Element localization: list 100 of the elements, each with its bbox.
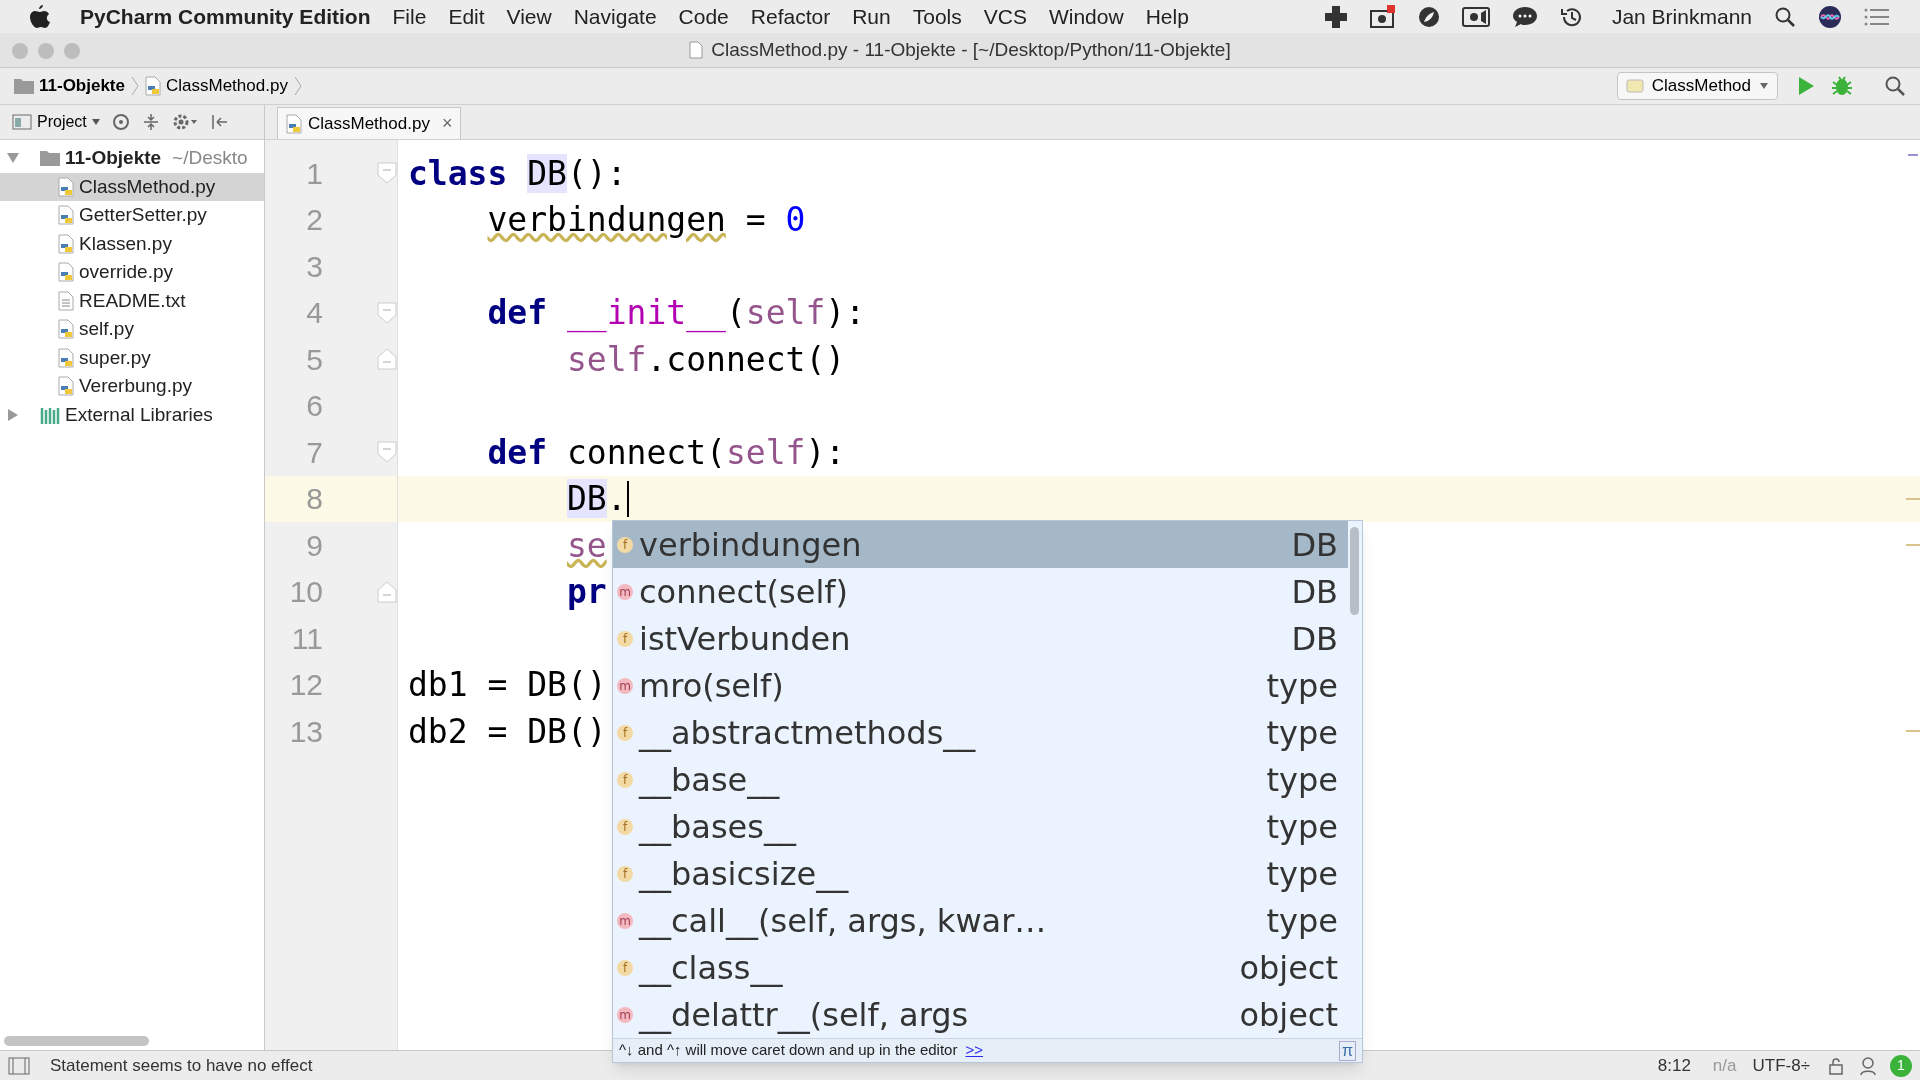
python-file-icon: [58, 176, 74, 197]
code-token: def: [486, 431, 549, 474]
settings-icon[interactable]: [171, 113, 198, 131]
collapse-icon[interactable]: [141, 113, 160, 131]
completion-item[interactable]: m connect(self) DB: [613, 568, 1348, 615]
menu-item[interactable]: Tools: [912, 0, 962, 33]
tree-item[interactable]: super.py: [0, 343, 264, 372]
python-config-icon: [1625, 78, 1644, 94]
close-tab-button[interactable]: ×: [441, 110, 453, 137]
line-number: 4: [305, 295, 323, 332]
python-file-icon: [58, 262, 74, 283]
caret-position[interactable]: 8:12: [1657, 1052, 1691, 1079]
run-icon[interactable]: [1796, 75, 1816, 97]
code-token: db2 = DB(): [408, 710, 607, 753]
member-kind-icon: f: [617, 536, 633, 553]
breadcrumb[interactable]: ClassMethod.py: [145, 73, 288, 99]
code-token: self: [565, 338, 647, 381]
completion-item[interactable]: f __bases__ type: [613, 803, 1348, 850]
camera-icon[interactable]: [1369, 4, 1396, 29]
editor-tab[interactable]: ClassMethod.py ×: [277, 107, 462, 139]
search-icon[interactable]: [1884, 75, 1906, 97]
siri-icon[interactable]: [1818, 4, 1842, 29]
scrollbar[interactable]: [4, 1036, 149, 1046]
completion-item[interactable]: f __abstractmethods__ type: [613, 709, 1348, 756]
leaf-icon[interactable]: [1417, 5, 1440, 28]
search-icon[interactable]: [1774, 5, 1796, 28]
bug-icon[interactable]: [1830, 74, 1854, 98]
menu-item[interactable]: VCS: [983, 0, 1027, 33]
apple-logo-icon[interactable]: [30, 4, 50, 29]
menu-item[interactable]: File: [392, 0, 427, 33]
app-name[interactable]: PyCharm Community Edition: [80, 0, 371, 33]
code-token: self: [725, 431, 806, 474]
breadcrumb[interactable]: 11-Objekte: [14, 73, 125, 99]
tree-item[interactable]: ClassMethod.py: [0, 172, 264, 201]
tree-item[interactable]: README.txt: [0, 286, 264, 315]
target-icon[interactable]: [111, 113, 130, 131]
expand-arrow-icon[interactable]: [6, 152, 20, 165]
tree-item[interactable]: GetterSetter.py: [0, 201, 264, 230]
code-token: DB: [565, 478, 607, 520]
scrollbar[interactable]: [1350, 527, 1359, 615]
user-name[interactable]: Jan Brinkmann: [1611, 0, 1752, 33]
line-number: 2: [305, 202, 323, 239]
menu-icon[interactable]: [1864, 6, 1890, 27]
menu-item[interactable]: Code: [678, 0, 729, 33]
menu-item[interactable]: Navigate: [573, 0, 657, 33]
menu-item[interactable]: Edit: [448, 0, 485, 33]
tree-item[interactable]: override.py: [0, 258, 264, 287]
menu-item[interactable]: View: [506, 0, 552, 33]
code-token: def: [486, 292, 549, 334]
code-token: pr: [565, 571, 607, 613]
file-icon: [689, 41, 704, 59]
tree-item[interactable]: Klassen.py: [0, 229, 264, 258]
hint-link[interactable]: >>: [965, 1039, 983, 1062]
completion-item[interactable]: m __delattr__(self, args object: [613, 991, 1348, 1038]
code-token: __init__: [566, 292, 726, 335]
line-number: 11: [290, 620, 323, 657]
member-kind-icon: m: [617, 1006, 633, 1023]
line-number: 10: [288, 574, 323, 611]
completion-item[interactable]: f verbindungen DB: [613, 521, 1348, 568]
completion-item[interactable]: f __basicsize__ type: [613, 850, 1348, 897]
run-configuration-dropdown[interactable]: ClassMethod: [1616, 72, 1778, 100]
code-token: verbindungen: [486, 199, 726, 241]
folder-icon: [40, 150, 60, 167]
code-token: .: [606, 478, 627, 520]
tree-item[interactable]: External Libraries: [0, 400, 264, 429]
member-kind-icon: m: [617, 677, 633, 694]
panel-toggle-icon[interactable]: [8, 1055, 30, 1076]
python-file-icon: [58, 205, 74, 226]
pi-toggle[interactable]: π: [1338, 1040, 1356, 1061]
lock-icon[interactable]: [1828, 1056, 1844, 1075]
line-number: 5: [305, 341, 323, 378]
tree-item[interactable]: Vererbung.py: [0, 372, 264, 401]
collapse-arrow-icon[interactable]: [6, 407, 20, 422]
menu-item[interactable]: Help: [1145, 0, 1189, 33]
tree-item[interactable]: 11-Objekte ~/Deskto: [0, 144, 264, 173]
member-kind-icon: f: [617, 818, 633, 835]
line-number: 1: [305, 155, 323, 192]
completion-item[interactable]: f __base__ type: [613, 756, 1348, 803]
tree-item[interactable]: self.py: [0, 315, 264, 344]
chevron-icon: [131, 76, 139, 96]
menu-item[interactable]: Run: [852, 0, 891, 33]
completion-item[interactable]: f istVerbunden DB: [613, 615, 1348, 662]
folder-icon: [14, 78, 34, 94]
completion-item[interactable]: m mro(self) type: [613, 662, 1348, 709]
status-message: Statement seems to have no effect: [50, 1054, 313, 1077]
file-encoding[interactable]: UTF-8÷: [1752, 1052, 1810, 1079]
completion-item[interactable]: f __class__ object: [613, 944, 1348, 991]
project-icon: [12, 114, 32, 130]
video-camera-icon[interactable]: [1461, 5, 1490, 28]
code-token: 0: [785, 199, 806, 241]
chat-icon[interactable]: [1511, 5, 1538, 28]
chevron-icon: [293, 76, 302, 96]
member-kind-icon: f: [617, 724, 633, 741]
plus-icon[interactable]: [1323, 4, 1348, 29]
code-token: ():: [566, 152, 627, 195]
menu-item[interactable]: Window: [1048, 0, 1124, 33]
member-kind-icon: f: [617, 865, 633, 882]
menu-item[interactable]: Refactor: [750, 0, 831, 33]
completion-item[interactable]: m __call__(self, args, kwar… type: [613, 897, 1348, 944]
hide-panel-icon[interactable]: [209, 113, 228, 131]
